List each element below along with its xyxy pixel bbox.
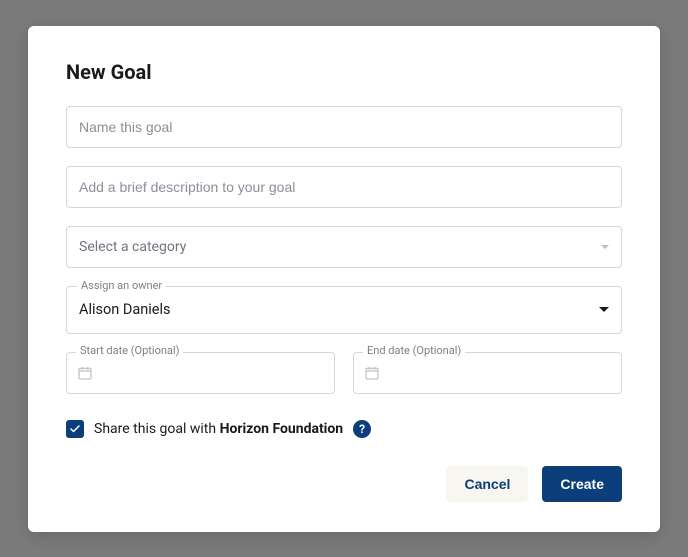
date-row: Start date (Optional) End date (Optional…: [66, 352, 622, 394]
start-date-input[interactable]: [66, 352, 335, 394]
category-select[interactable]: Select a category: [66, 226, 622, 268]
share-checkbox[interactable]: [66, 420, 84, 438]
check-icon: [69, 423, 81, 435]
calendar-icon: [364, 365, 380, 381]
share-prefix: Share this goal with: [94, 421, 220, 437]
modal-footer: Cancel Create: [66, 466, 622, 502]
chevron-down-icon: [601, 245, 609, 249]
chevron-down-icon: [599, 307, 609, 312]
share-label: Share this goal with Horizon Foundation: [94, 421, 343, 437]
owner-value: Alison Daniels: [79, 301, 171, 318]
create-button[interactable]: Create: [542, 466, 622, 502]
new-goal-modal: New Goal Select a category Assign an own…: [28, 26, 660, 532]
calendar-icon: [77, 365, 93, 381]
owner-label: Assign an owner: [77, 279, 166, 292]
owner-select[interactable]: Assign an owner Alison Daniels: [66, 286, 622, 334]
cancel-button[interactable]: Cancel: [446, 466, 528, 502]
category-placeholder: Select a category: [79, 239, 186, 255]
start-date-field: Start date (Optional): [66, 352, 335, 394]
share-row: Share this goal with Horizon Foundation …: [66, 420, 622, 438]
share-org: Horizon Foundation: [220, 421, 344, 437]
category-field: Select a category: [66, 226, 622, 268]
end-date-input[interactable]: [353, 352, 622, 394]
goal-name-field: [66, 106, 622, 148]
modal-title: New Goal: [66, 60, 622, 84]
goal-description-input[interactable]: [66, 166, 622, 208]
goal-name-input[interactable]: [66, 106, 622, 148]
help-icon[interactable]: ?: [353, 420, 371, 438]
end-date-field: End date (Optional): [353, 352, 622, 394]
goal-description-field: [66, 166, 622, 208]
start-date-label: Start date (Optional): [76, 344, 183, 357]
end-date-label: End date (Optional): [363, 344, 465, 357]
